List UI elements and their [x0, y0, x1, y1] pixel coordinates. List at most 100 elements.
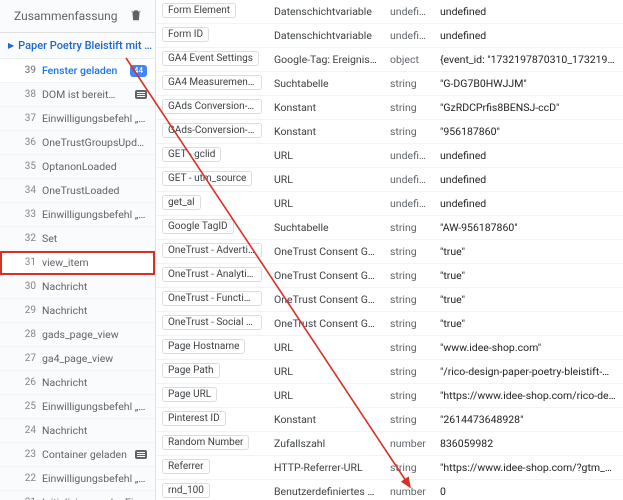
- variable-type: URL: [268, 168, 384, 192]
- variable-value: "true": [434, 240, 623, 264]
- variable-value: "https://www.idee-shop.com/?gtm_debug=17…: [434, 456, 623, 480]
- event-name: Einwilligungsbefehl „upd…: [42, 400, 147, 413]
- variable-row[interactable]: Form ElementDatenschichtvariableundefine…: [156, 0, 623, 24]
- event-number: 35: [20, 161, 36, 172]
- variable-return-type: string: [384, 312, 434, 336]
- event-name: OneTrustGroupsUpdated: [42, 136, 147, 149]
- event-number: 36: [20, 137, 36, 148]
- event-row[interactable]: 26Nachricht: [0, 371, 155, 395]
- trash-icon[interactable]: [129, 8, 145, 24]
- variable-row[interactable]: Page URLURLstring"https://www.idee-shop.…: [156, 384, 623, 408]
- event-row[interactable]: 36 OneTrustGroupsUpdated: [0, 131, 155, 155]
- event-row[interactable]: 39Fenster geladen44: [0, 59, 155, 83]
- variable-row[interactable]: rnd_100Benutzerdefiniertes JavaScriptnum…: [156, 480, 623, 500]
- event-number: 33: [20, 209, 36, 220]
- event-row[interactable]: 29Nachricht: [0, 299, 155, 323]
- variable-name-chip: GA4 Event Settings: [162, 51, 259, 66]
- variable-row[interactable]: OneTrust - Analytics Consent OneTrust Con…: [156, 264, 623, 288]
- variable-return-type: string: [384, 96, 434, 120]
- variable-row[interactable]: Page PathURLstring"/rico-design-paper-po…: [156, 360, 623, 384]
- event-row[interactable]: 38DOM ist bereit…: [0, 83, 155, 107]
- event-name: gads_page_view: [42, 328, 147, 341]
- variable-return-type: string: [384, 336, 434, 360]
- event-number: 22: [20, 473, 36, 484]
- variable-row[interactable]: Form IDDatenschichtvariableundefinedunde…: [156, 24, 623, 48]
- event-row[interactable]: 37Einwilligungsbefehl „upd…: [0, 107, 155, 131]
- variable-value: undefined: [434, 168, 623, 192]
- variables-table: Form ElementDatenschichtvariableundefine…: [156, 0, 623, 500]
- variable-type: Benutzerdefiniertes JavaScript: [268, 480, 384, 500]
- variable-type: Zufallszahl: [268, 432, 384, 456]
- variable-type: Google-Tag: Ereigniseinstellungen: [268, 48, 384, 72]
- variable-name-chip: OneTrust - Analytics Consent: [162, 267, 262, 282]
- variable-row[interactable]: GAds Conversion-Label-Kauf Konstantstring…: [156, 96, 623, 120]
- variable-value: "true": [434, 288, 623, 312]
- event-name: ga4_page_view: [42, 352, 147, 365]
- variable-row[interactable]: ReferrerHTTP-Referrer-URLstring"https://…: [156, 456, 623, 480]
- variable-type: OneTrust Consent Groups: [268, 240, 384, 264]
- event-row[interactable]: 30Nachricht: [0, 275, 155, 299]
- variable-value: 836059982: [434, 432, 623, 456]
- variable-row[interactable]: Pinterest IDKonstantstring"2614473648928…: [156, 408, 623, 432]
- variable-value: "GzRDCPrfis8BENSJ-ccD": [434, 96, 623, 120]
- event-row[interactable]: 23 Container geladen: [0, 443, 155, 467]
- variable-return-type: string: [384, 360, 434, 384]
- variable-name-chip: GET - utm_source: [162, 171, 252, 186]
- variable-type: Konstant: [268, 96, 384, 120]
- variable-row[interactable]: GAds-Conversion-IDKonstantstring"9561878…: [156, 120, 623, 144]
- variables-panel: Form ElementDatenschichtvariableundefine…: [156, 0, 623, 500]
- variable-row[interactable]: GA4 Event Settings Google-Tag: Ereignisei…: [156, 48, 623, 72]
- variable-value: undefined: [434, 144, 623, 168]
- variable-name-chip: GAds Conversion-Label-Kauf: [162, 99, 262, 114]
- variable-row[interactable]: OneTrust - Advertising ConsentOneTrust C…: [156, 240, 623, 264]
- variable-value: "/rico-design-paper-poetry-bleistift-mit…: [434, 360, 623, 384]
- variable-type: OneTrust Consent Groups: [268, 264, 384, 288]
- variable-return-type: undefined: [384, 0, 434, 24]
- event-row[interactable]: 21Initialisierung der Einwilli…: [0, 491, 155, 500]
- variable-row[interactable]: OneTrust - Social Media ConsentOneTrust …: [156, 312, 623, 336]
- variable-type: OneTrust Consent Groups: [268, 312, 384, 336]
- event-name: Container geladen: [42, 448, 129, 461]
- event-number: 25: [20, 401, 36, 412]
- api-icon: [135, 450, 147, 459]
- variable-row[interactable]: GET - gclidURLundefinedundefined: [156, 144, 623, 168]
- variable-value: undefined: [434, 24, 623, 48]
- variable-row[interactable]: GA4 Measurement IDSuchtabellestring"G-DG…: [156, 72, 623, 96]
- event-row[interactable]: 24Nachricht: [0, 419, 155, 443]
- variable-row[interactable]: OneTrust - Functional Consent OneTrust Co…: [156, 288, 623, 312]
- event-row[interactable]: 27ga4_page_view: [0, 347, 155, 371]
- event-row[interactable]: 25 Einwilligungsbefehl „upd…: [0, 395, 155, 419]
- event-badge: 44: [130, 65, 147, 77]
- event-name: Nachricht: [42, 280, 147, 293]
- event-row[interactable]: 35OptanonLoaded: [0, 155, 155, 179]
- event-row[interactable]: 22Einwilligungsbefehl „def…: [0, 467, 155, 491]
- variable-name-chip: Page Path: [162, 363, 220, 378]
- variable-return-type: number: [384, 432, 434, 456]
- event-number: 29: [20, 305, 36, 316]
- variable-value: "956187860": [434, 120, 623, 144]
- variable-row[interactable]: GET - utm_sourceURLundefinedundefined: [156, 168, 623, 192]
- variable-type: Konstant: [268, 408, 384, 432]
- event-name: Initialisierung der Einwilli…: [42, 496, 147, 500]
- event-name: DOM ist bereit…: [42, 88, 129, 101]
- variable-row[interactable]: Random Number Zufallszahlnumber836059982: [156, 432, 623, 456]
- page-row[interactable]: ▶ Paper Poetry Bleistift mit S…: [0, 33, 155, 59]
- event-row[interactable]: 31view_item: [0, 251, 155, 275]
- variable-name-chip: OneTrust - Functional Consent: [162, 291, 262, 306]
- variable-value: undefined: [434, 192, 623, 216]
- variable-name-chip: Referrer: [162, 459, 210, 474]
- event-row[interactable]: 33Einwilligungsbefehl „upd…: [0, 203, 155, 227]
- variable-row[interactable]: get_alURLundefinedundefined: [156, 192, 623, 216]
- event-number: 31: [20, 257, 36, 268]
- event-row[interactable]: 28gads_page_view: [0, 323, 155, 347]
- variable-row[interactable]: Page HostnameURLstring"www.idee-shop.com…: [156, 336, 623, 360]
- event-number: 23: [20, 449, 36, 460]
- event-row[interactable]: 32Set: [0, 227, 155, 251]
- summary-title: Zusammenfassung: [14, 9, 129, 23]
- variable-return-type: string: [384, 264, 434, 288]
- sidebar-header: Zusammenfassung: [0, 0, 155, 33]
- variable-type: OneTrust Consent Groups: [268, 288, 384, 312]
- variable-row[interactable]: Google TagIDSuchtabellestring"AW-9561878…: [156, 216, 623, 240]
- variable-name-chip: Random Number: [162, 435, 249, 450]
- event-row[interactable]: 34OneTrustLoaded: [0, 179, 155, 203]
